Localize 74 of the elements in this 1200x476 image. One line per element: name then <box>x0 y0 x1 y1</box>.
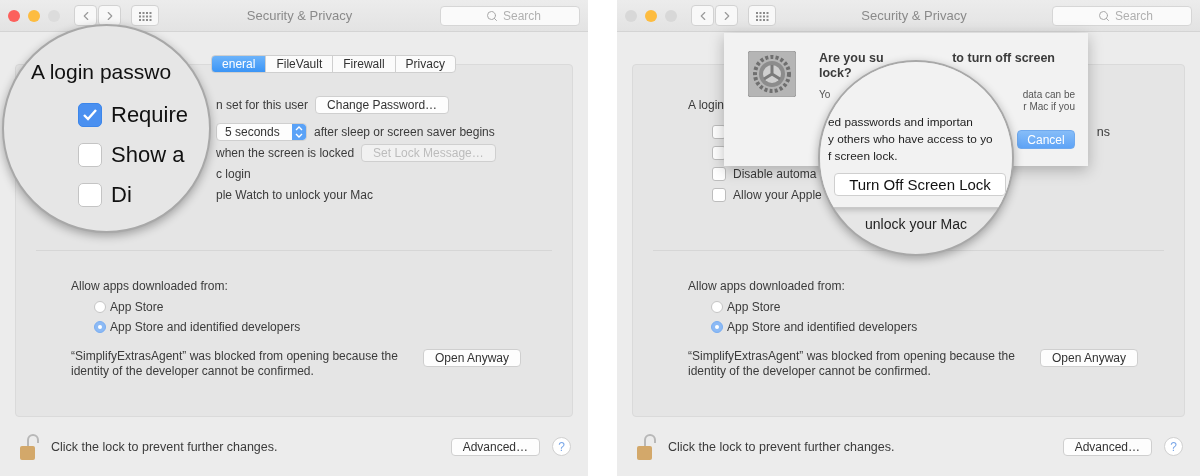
padlock-icon[interactable] <box>636 432 657 461</box>
tab[interactable]: Privacy <box>394 55 456 73</box>
stepper-icon <box>292 124 306 141</box>
gear-app-icon <box>748 51 796 97</box>
grid-icon <box>138 10 152 21</box>
padlock-icon[interactable] <box>19 432 40 461</box>
magnified-checkbox[interactable] <box>78 143 102 167</box>
grid-icon <box>755 10 769 21</box>
magnified-label: Require <box>111 102 189 128</box>
open-anyway-button[interactable]: Open Anyway <box>423 349 522 367</box>
advanced-button[interactable]: Advanced… <box>450 437 540 456</box>
setting-label: Disable automa <box>733 166 817 181</box>
magnified-label: unlock your Mac <box>865 216 967 232</box>
setting-label: n set for this user <box>216 98 309 113</box>
alert-title: to turn off screen <box>952 51 1055 66</box>
setting-label: when the screen is locked <box>216 146 355 160</box>
radio-button[interactable] <box>711 321 723 333</box>
window-control-dot[interactable] <box>28 9 40 22</box>
setting-button[interactable]: Change Password… <box>315 96 450 115</box>
magnified-heading: A login passwo <box>31 60 173 84</box>
radio-button[interactable] <box>94 301 106 313</box>
magnified-checkbox[interactable] <box>78 103 102 127</box>
forward-button[interactable] <box>98 5 121 26</box>
magnified-message: f screen lock. <box>828 148 898 165</box>
radio-label: App Store and identified developers <box>727 320 918 334</box>
checkbox[interactable] <box>712 166 726 181</box>
alert-message: data can be <box>1022 89 1075 101</box>
lock-hint: Click the lock to prevent further changes. <box>51 439 279 454</box>
magnified-checkbox[interactable] <box>78 183 102 207</box>
search-field[interactable]: Search <box>1052 5 1192 26</box>
checkmark-icon <box>82 108 98 122</box>
magnified-label: Show a <box>111 142 185 168</box>
alert-title: lock? <box>819 66 852 81</box>
show-all-button[interactable] <box>748 5 776 26</box>
blocked-message: “SimplifyExtrasAgent” was blocked from opening because the identity of the developer cannot be confirmed. <box>71 349 399 379</box>
back-button[interactable] <box>691 5 714 26</box>
magnified-label: Di <box>111 182 132 208</box>
alert-message: Yo <box>819 89 831 101</box>
setting-label: after sleep or screen saver begins <box>314 125 495 140</box>
window-control-dot[interactable] <box>8 9 20 22</box>
setting-label: ple Watch to unlock your Mac <box>216 187 373 202</box>
alert-title: Are you su <box>819 51 884 66</box>
advanced-button[interactable]: Advanced… <box>1062 437 1152 456</box>
section-label: Allow apps downloaded from: <box>688 279 846 293</box>
radio-label: App Store <box>727 300 781 314</box>
setting-label: Allow your Apple <box>733 187 822 202</box>
forward-button[interactable] <box>715 5 738 26</box>
search-field[interactable]: Search <box>440 5 580 26</box>
checkbox[interactable] <box>712 187 726 202</box>
window-control-dot[interactable] <box>645 9 657 22</box>
window-title: Security & Privacy <box>245 8 354 23</box>
open-anyway-button[interactable]: Open Anyway <box>1040 349 1139 367</box>
turn-off-screen-lock-button[interactable]: Turn Off Screen Lock <box>834 173 1006 196</box>
magnified-message: ed passwords and importan <box>828 114 973 131</box>
delay-popup[interactable]: 5 seconds <box>216 123 307 142</box>
blocked-message: “SimplifyExtrasAgent” was blocked from opening because the identity of the developer cannot be confirmed. <box>688 349 1016 379</box>
alert-message: r Mac if you <box>1023 101 1075 113</box>
tab[interactable]: FileVault <box>265 55 334 73</box>
magnified-message: y others who have access to yo <box>828 131 993 148</box>
lock-hint: Click the lock to prevent further changes. <box>668 439 896 454</box>
show-all-button[interactable] <box>131 5 159 26</box>
radio-button[interactable] <box>94 321 106 333</box>
radio-label: App Store and identified developers <box>110 320 301 334</box>
tab[interactable]: Firewall <box>332 55 396 73</box>
setting-label: ns <box>1096 125 1110 140</box>
window-title: Security & Privacy <box>860 8 968 23</box>
radio-label: App Store <box>110 300 164 314</box>
search-icon <box>486 9 498 22</box>
section-label: Allow apps downloaded from: <box>71 279 229 293</box>
setting-label: A login <box>688 98 725 113</box>
back-button[interactable] <box>74 5 97 26</box>
search-icon <box>1098 9 1110 22</box>
setting-label: c login <box>216 166 251 181</box>
radio-button[interactable] <box>711 301 723 313</box>
